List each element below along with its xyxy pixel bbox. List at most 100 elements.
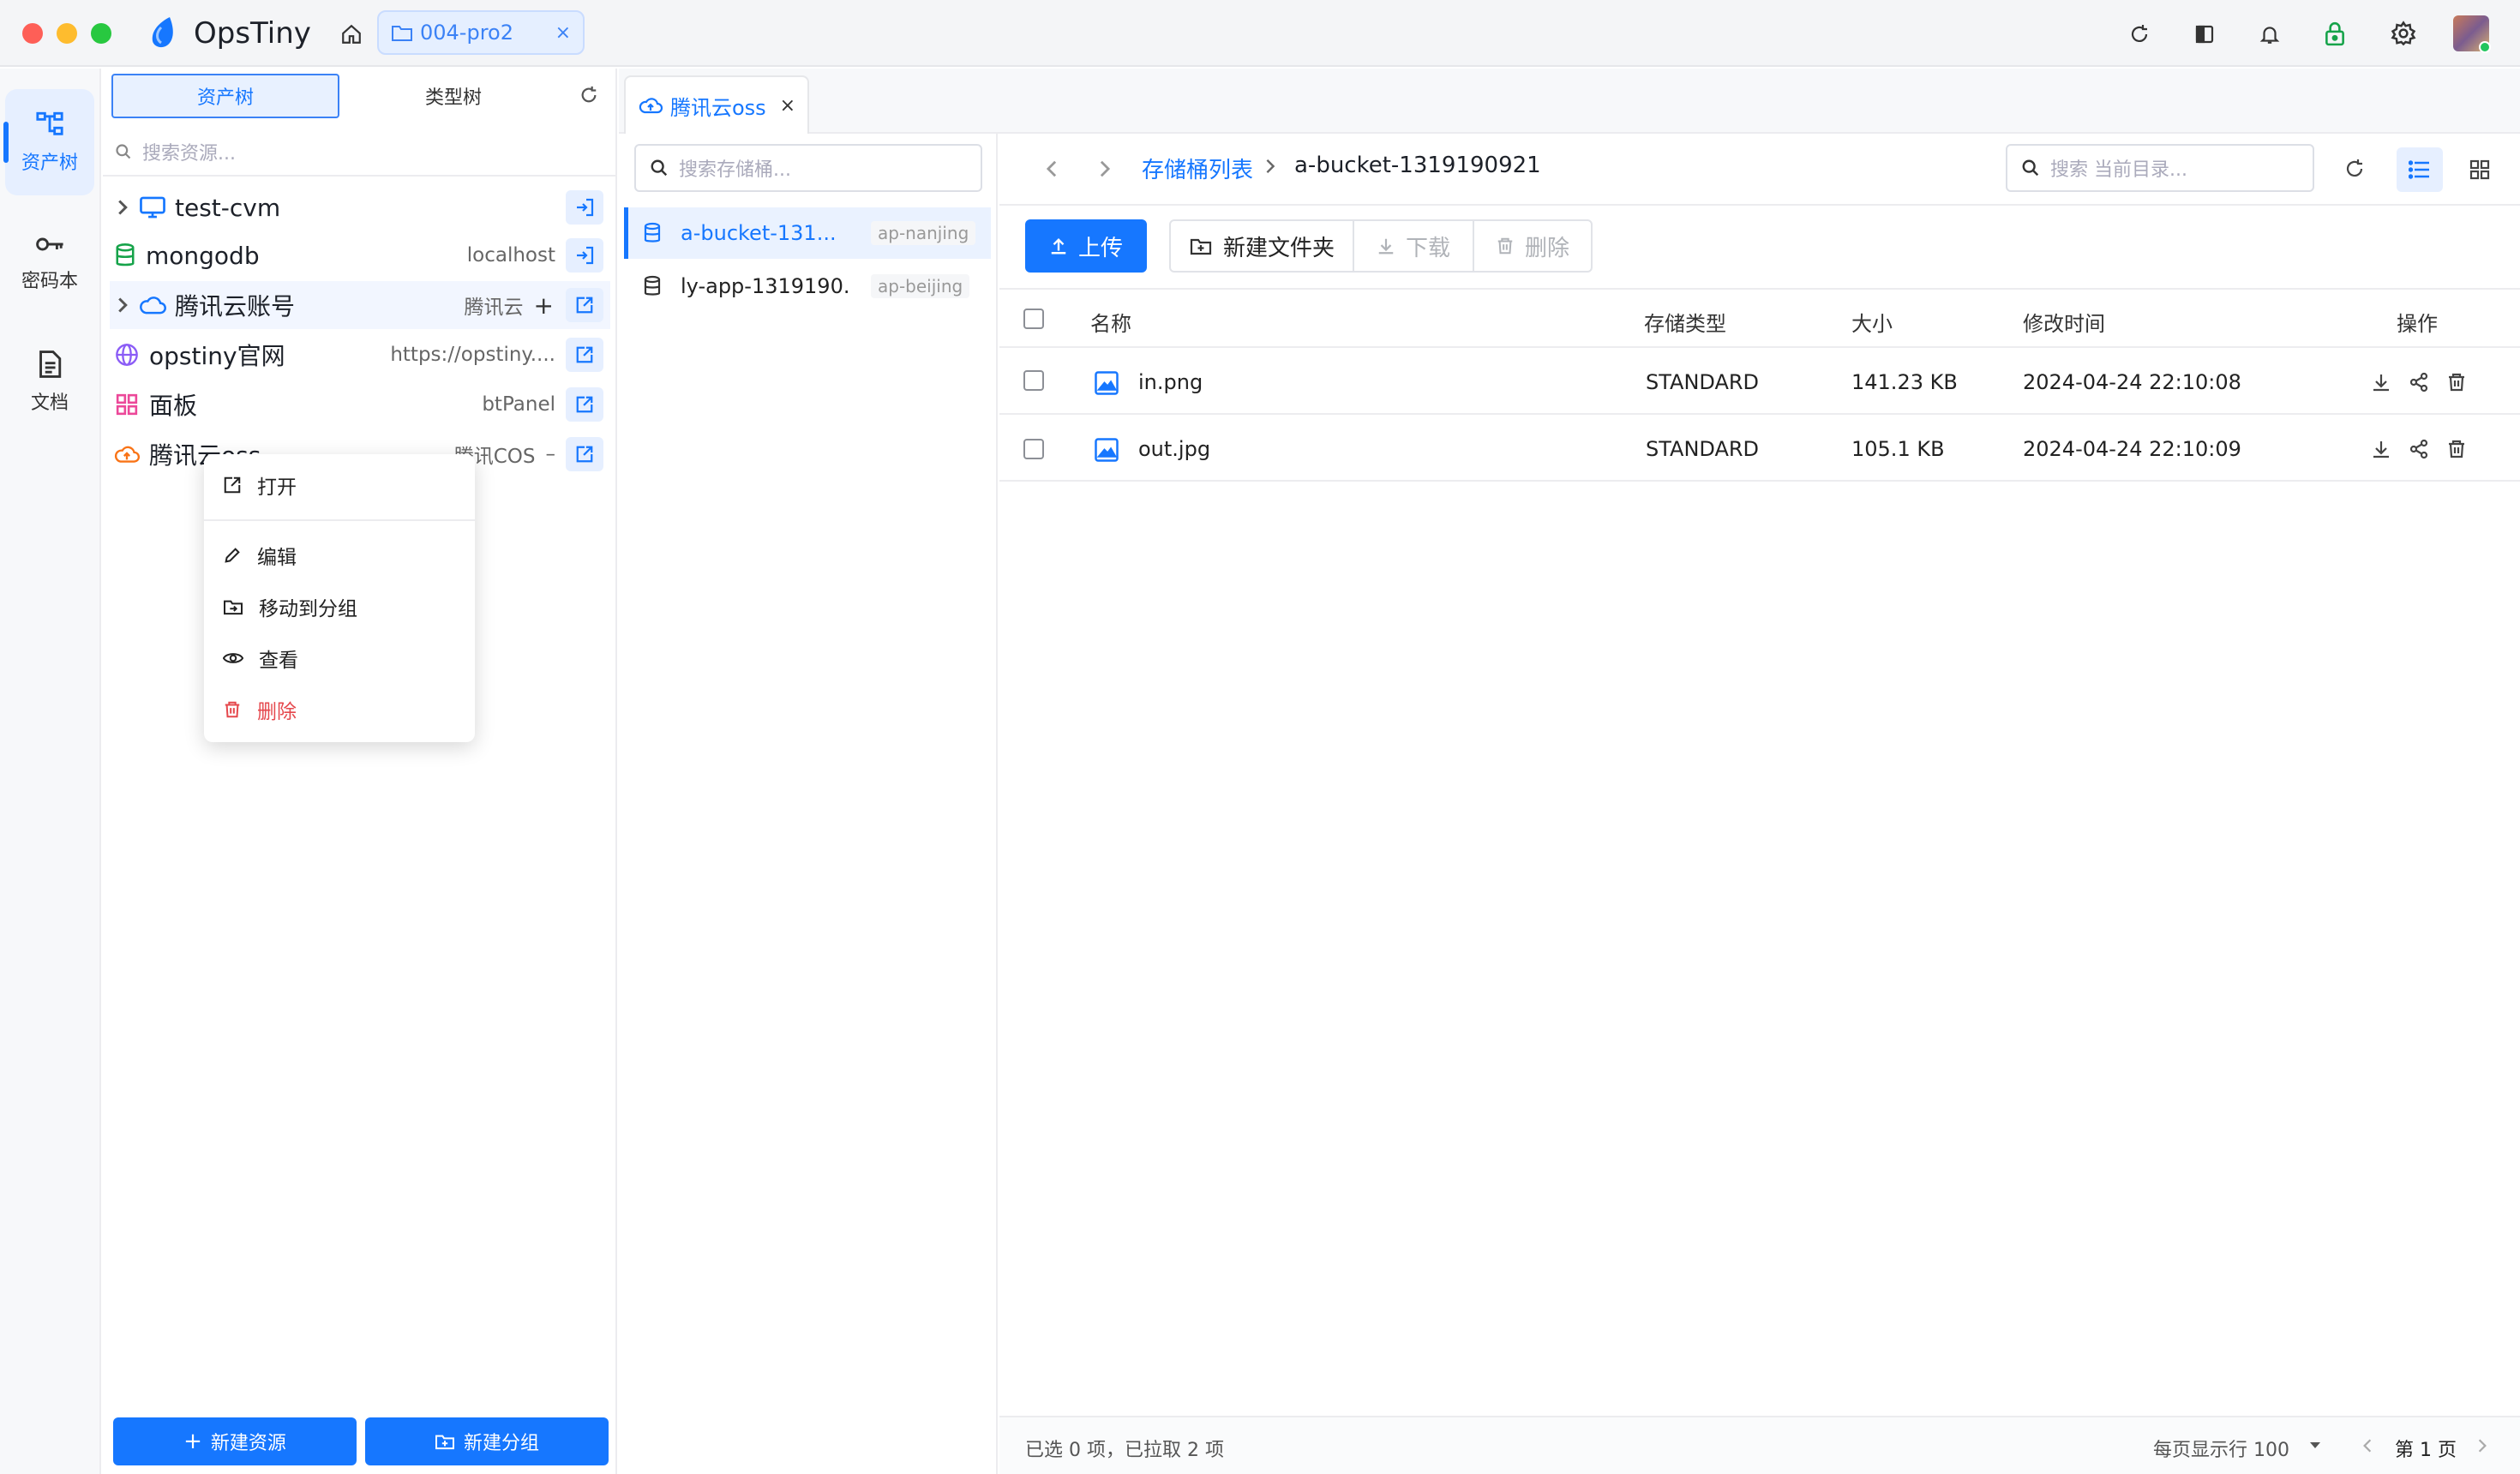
- open-external-icon[interactable]: [566, 338, 603, 372]
- add-icon[interactable]: +: [534, 291, 554, 320]
- refresh-icon[interactable]: [2337, 151, 2373, 187]
- window-minimize-button[interactable]: [57, 23, 77, 44]
- tree-row-sub: localhost: [466, 244, 555, 267]
- tree-row[interactable]: 面板 btPanel: [110, 380, 610, 428]
- new-folder-label: 新建文件夹: [1222, 235, 1335, 261]
- directory-search-input[interactable]: 搜索 当前目录...: [2006, 144, 2314, 192]
- tab-tencent-oss[interactable]: 腾讯云oss ×: [624, 75, 809, 134]
- tree-row[interactable]: 腾讯云账号 腾讯云 +: [110, 281, 610, 329]
- menu-item-label: 编辑: [257, 547, 297, 569]
- file-name[interactable]: in.png: [1138, 370, 1203, 394]
- row-checkbox[interactable]: [1023, 439, 1044, 459]
- tree-structure-icon: [35, 110, 64, 139]
- lock-icon[interactable]: [2318, 15, 2352, 51]
- upload-button[interactable]: 上传: [1025, 219, 1147, 273]
- delete-button[interactable]: 删除: [1473, 219, 1593, 273]
- menu-item-delete[interactable]: 删除: [223, 691, 297, 728]
- breadcrumb-root[interactable]: 存储桶列表: [1142, 153, 1253, 184]
- caret-down-icon[interactable]: [2309, 1441, 2321, 1450]
- tab-type-tree[interactable]: 类型树: [339, 74, 567, 118]
- nav-rail: 资产树 密码本 文档: [0, 69, 101, 1474]
- row-checkbox[interactable]: [1023, 370, 1044, 391]
- file-modified: 2024-04-24 22:10:08: [2023, 370, 2241, 394]
- column-modified[interactable]: 修改时间: [2023, 307, 2105, 337]
- rail-item-label: 密码本: [21, 271, 78, 292]
- path-tab-label: 004-pro2: [420, 21, 513, 45]
- tab-asset-tree[interactable]: 资产树: [111, 74, 339, 118]
- bell-icon[interactable]: [2253, 17, 2287, 51]
- home-icon[interactable]: [334, 17, 369, 51]
- rail-item-docs[interactable]: 文档: [5, 329, 94, 435]
- share-icon[interactable]: [2409, 439, 2429, 459]
- new-group-button[interactable]: 新建分组: [365, 1417, 609, 1465]
- share-icon[interactable]: [2409, 372, 2429, 392]
- new-folder-button[interactable]: 新建文件夹: [1169, 219, 1354, 273]
- sidebar-toggle-icon[interactable]: [2187, 17, 2222, 51]
- tree-search-placeholder: 搜索资源...: [142, 143, 236, 165]
- menu-divider: [204, 519, 475, 521]
- connect-icon[interactable]: [566, 238, 603, 273]
- column-storage-type[interactable]: 存储类型: [1644, 307, 1726, 337]
- page-size-select[interactable]: 每页显示行 100: [2153, 1435, 2289, 1462]
- window-zoom-button[interactable]: [91, 23, 111, 44]
- menu-item-view[interactable]: 查看: [223, 639, 298, 677]
- tree-row[interactable]: opstiny官网 https://opstiny....: [110, 331, 610, 379]
- tree-row[interactable]: mongodb localhost: [110, 231, 610, 279]
- file-name[interactable]: out.jpg: [1138, 437, 1210, 461]
- bucket-search-input[interactable]: 搜索存储桶...: [634, 144, 982, 192]
- menu-item-edit[interactable]: 编辑: [223, 536, 297, 574]
- bucket-item[interactable]: ly-app-1319190... ap-beijing: [624, 261, 991, 312]
- rail-item-password-book[interactable]: 密码本: [5, 209, 94, 315]
- menu-item-move-to-group[interactable]: 移动到分组: [223, 588, 357, 626]
- refresh-icon[interactable]: [574, 81, 603, 110]
- bucket-region: ap-nanjing: [871, 221, 976, 245]
- folder-plus-icon: [1189, 237, 1213, 255]
- column-name[interactable]: 名称: [1090, 307, 1131, 337]
- bucket-item[interactable]: a-bucket-131... ap-nanjing: [624, 207, 991, 259]
- chevron-right-icon[interactable]: [110, 297, 135, 314]
- table-row[interactable]: in.png STANDARD 141.23 KB 2024-04-24 22:…: [999, 348, 2520, 415]
- open-external-icon[interactable]: [566, 437, 603, 471]
- column-actions: 操作: [2397, 312, 2438, 336]
- app-logo-icon: [144, 14, 182, 51]
- download-icon[interactable]: [2371, 439, 2391, 459]
- download-icon[interactable]: [2371, 372, 2391, 392]
- tree-tabs: 资产树 类型树: [111, 74, 609, 120]
- directory-search-placeholder: 搜索 当前目录...: [2050, 159, 2187, 181]
- list-view-icon[interactable]: [2397, 147, 2443, 192]
- window-close-button[interactable]: [22, 23, 43, 44]
- path-tab[interactable]: 004-pro2 ×: [377, 10, 585, 55]
- grid-view-icon[interactable]: [2457, 147, 2503, 192]
- connect-icon[interactable]: [566, 190, 603, 225]
- gear-icon[interactable]: [2386, 15, 2421, 51]
- next-page-icon[interactable]: [2477, 1438, 2487, 1453]
- document-icon: [37, 350, 63, 379]
- table-row[interactable]: out.jpg STANDARD 105.1 KB 2024-04-24 22:…: [999, 415, 2520, 482]
- forward-icon[interactable]: [1090, 154, 1119, 183]
- download-button[interactable]: 下载: [1353, 219, 1474, 273]
- search-icon: [115, 143, 132, 160]
- tree-row[interactable]: test-cvm: [110, 183, 610, 231]
- upload-icon: [1049, 237, 1068, 255]
- bucket-name: a-bucket-131...: [681, 221, 837, 245]
- chevron-right-icon[interactable]: [110, 199, 135, 216]
- breadcrumb-separator-icon: [1265, 158, 1275, 175]
- new-resource-button[interactable]: + 新建资源: [113, 1417, 357, 1465]
- prev-page-icon[interactable]: [2362, 1438, 2373, 1453]
- refresh-icon[interactable]: [2122, 17, 2157, 51]
- trash-icon[interactable]: [2446, 439, 2467, 459]
- trash-icon[interactable]: [2446, 372, 2467, 392]
- open-external-icon[interactable]: [566, 387, 603, 422]
- open-external-icon[interactable]: [566, 288, 603, 322]
- close-icon[interactable]: ×: [555, 22, 571, 44]
- bucket-region: ap-beijing: [871, 274, 970, 298]
- rail-item-asset-tree[interactable]: 资产树: [3, 89, 94, 195]
- select-all-checkbox[interactable]: [1023, 309, 1044, 329]
- menu-item-open[interactable]: 打开: [223, 466, 297, 504]
- tree-search-input[interactable]: 搜索资源...: [103, 129, 617, 177]
- avatar[interactable]: [2453, 15, 2491, 53]
- back-icon[interactable]: [1037, 154, 1066, 183]
- folder-plus-icon: [435, 1433, 455, 1450]
- close-icon[interactable]: ×: [780, 95, 795, 117]
- column-size[interactable]: 大小: [1851, 307, 1893, 337]
